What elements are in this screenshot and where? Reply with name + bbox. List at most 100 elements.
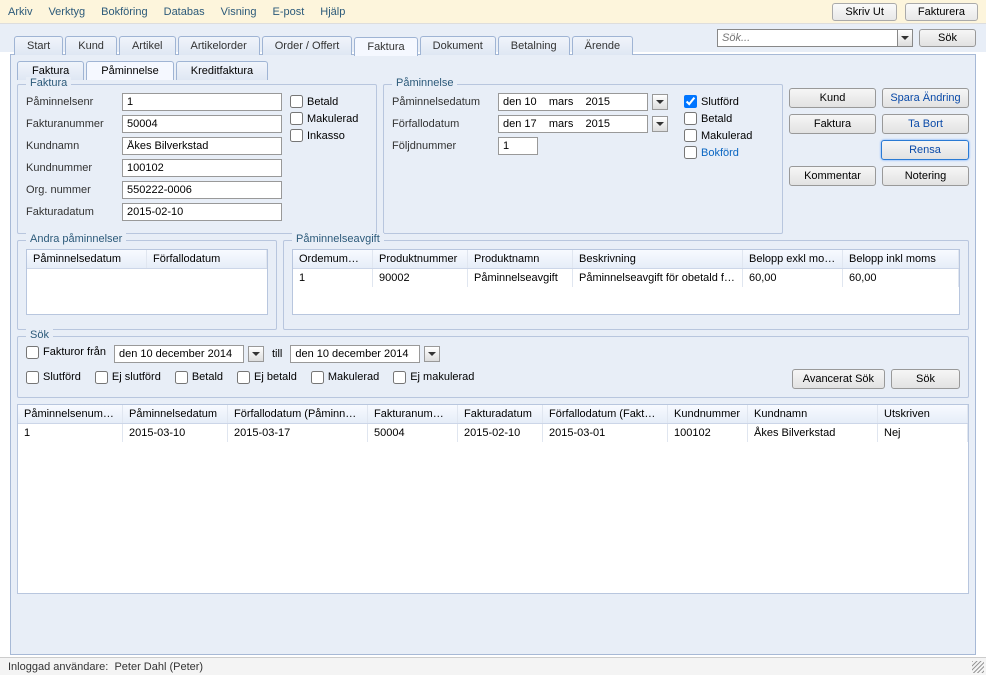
faktura-group-title: Faktura <box>26 77 71 89</box>
chk-sok-1[interactable] <box>95 371 108 384</box>
avgift-col-1[interactable]: Produktnummer <box>373 250 468 268</box>
menu-bar: Arkiv Verktyg Bokföring Databas Visning … <box>0 0 986 24</box>
input-foljdnummer[interactable] <box>498 137 538 155</box>
lbl-fakturanummer: Fakturanummer <box>26 118 116 130</box>
input-forfallodatum[interactable] <box>498 115 648 133</box>
resize-grip-icon[interactable] <box>972 661 984 673</box>
faktura-group: Faktura Påminnelsenr Fakturanummer Kundn… <box>17 84 377 234</box>
faktura-button[interactable]: Faktura <box>789 114 876 134</box>
status-label: Inloggad användare: <box>8 661 108 673</box>
res-col-1[interactable]: Påminnelsedatum <box>123 405 228 423</box>
chk-sok-3[interactable] <box>237 371 250 384</box>
calendar-icon[interactable] <box>652 116 668 132</box>
tab-artikelorder[interactable]: Artikelorder <box>178 36 260 55</box>
calendar-icon[interactable] <box>424 346 440 362</box>
chk-sok-0[interactable] <box>26 371 39 384</box>
chk-bokford[interactable] <box>684 146 697 159</box>
res-col-0[interactable]: Påminnelsenummer <box>18 405 123 423</box>
res-col-6[interactable]: Kundnummer <box>668 405 748 423</box>
paminnelse-group: Påminnelse Påminnelsedatum Förfallodatum… <box>383 84 783 234</box>
input-paminnelsenr[interactable] <box>122 93 282 111</box>
tab-kund[interactable]: Kund <box>65 36 117 55</box>
tab-artikel[interactable]: Artikel <box>119 36 176 55</box>
menu-databas[interactable]: Databas <box>164 6 205 18</box>
tab-dokument[interactable]: Dokument <box>420 36 496 55</box>
menu-visning[interactable]: Visning <box>221 6 257 18</box>
input-fakturadatum[interactable] <box>122 203 282 221</box>
input-kundnummer[interactable] <box>122 159 282 177</box>
avgift-row[interactable]: 1 90002 Påminnelseavgift Påminnelseavgif… <box>293 269 959 287</box>
sok-button[interactable]: Sök <box>891 369 960 389</box>
result-row[interactable]: 1 2015-03-10 2015-03-17 50004 2015-02-10… <box>18 424 968 442</box>
search-dropdown-icon[interactable] <box>897 29 913 47</box>
rensa-button[interactable]: Rensa <box>881 140 969 160</box>
chk-sok-5[interactable] <box>393 371 406 384</box>
menu-verktyg[interactable]: Verktyg <box>48 6 85 18</box>
kund-button[interactable]: Kund <box>789 88 876 108</box>
res-col-7[interactable]: Kundnamn <box>748 405 878 423</box>
lbl-foljdnummer: Följdnummer <box>392 140 492 152</box>
chk-sok-4[interactable] <box>311 371 324 384</box>
lbl-orgnummer: Org. nummer <box>26 184 116 196</box>
avgift-col-5[interactable]: Belopp inkl moms <box>843 250 959 268</box>
andra-title: Andra påminnelser <box>26 233 126 245</box>
invoice-button[interactable]: Fakturera <box>905 3 978 21</box>
avgift-col-2[interactable]: Produktnamn <box>468 250 573 268</box>
lbl-slutford: Slutförd <box>701 96 739 108</box>
tab-order-offert[interactable]: Order / Offert <box>262 36 353 55</box>
tab-arende[interactable]: Ärende <box>572 36 633 55</box>
chk-betald-faktura[interactable] <box>290 95 303 108</box>
avancerat-sok-button[interactable]: Avancerat Sök <box>792 369 885 389</box>
res-col-5[interactable]: Förfallodatum (Faktura) <box>543 405 668 423</box>
andra-col-0[interactable]: Påminnelsedatum <box>27 250 147 268</box>
tabort-button[interactable]: Ta Bort <box>882 114 969 134</box>
calendar-icon[interactable] <box>248 346 264 362</box>
avgift-col-0[interactable]: Ordemummer <box>293 250 373 268</box>
global-search-input[interactable] <box>717 29 897 47</box>
sok-date-to[interactable] <box>290 345 420 363</box>
subtab-kreditfaktura[interactable]: Kreditfaktura <box>176 61 268 80</box>
chk-slutford[interactable] <box>684 95 697 108</box>
input-fakturanummer[interactable] <box>122 115 282 133</box>
lbl-betald: Betald <box>307 96 338 108</box>
kommentar-button[interactable]: Kommentar <box>789 166 876 186</box>
notering-button[interactable]: Notering <box>882 166 969 186</box>
avgift-col-4[interactable]: Belopp exkl moms <box>743 250 843 268</box>
subtab-paminnelse[interactable]: Påminnelse <box>86 61 173 80</box>
chk-makulerad-faktura[interactable] <box>290 112 303 125</box>
res-col-3[interactable]: Fakturanummer <box>368 405 458 423</box>
status-bar: Inloggad användare: Peter Dahl (Peter) <box>0 657 986 675</box>
tab-betalning[interactable]: Betalning <box>498 36 570 55</box>
actions-panel: Kund Spara Ändring Faktura Ta Bort Rensa… <box>789 84 969 234</box>
tab-start[interactable]: Start <box>14 36 63 55</box>
chk-betald-pam[interactable] <box>684 112 697 125</box>
print-button[interactable]: Skriv Ut <box>832 3 897 21</box>
menu-hjalp[interactable]: Hjälp <box>320 6 345 18</box>
andra-col-1[interactable]: Förfallodatum <box>147 250 267 268</box>
menu-epost[interactable]: E-post <box>273 6 305 18</box>
spara-button[interactable]: Spara Ändring <box>882 88 969 108</box>
sub-tabs: Faktura Påminnelse Kreditfaktura <box>17 61 969 80</box>
res-col-8[interactable]: Utskriven <box>878 405 968 423</box>
res-col-4[interactable]: Fakturadatum <box>458 405 543 423</box>
lbl-inkasso: Inkasso <box>307 130 345 142</box>
chk-fakturor-fran[interactable] <box>26 346 39 359</box>
chk-inkasso[interactable] <box>290 129 303 142</box>
sok-date-from[interactable] <box>114 345 244 363</box>
chk-sok-2[interactable] <box>175 371 188 384</box>
res-col-2[interactable]: Förfallodatum (Påminnelse) <box>228 405 368 423</box>
avgift-col-3[interactable]: Beskrivning <box>573 250 743 268</box>
input-kundnamn[interactable] <box>122 137 282 155</box>
menu-arkiv[interactable]: Arkiv <box>8 6 32 18</box>
input-paminnelsedatum[interactable] <box>498 93 648 111</box>
input-orgnummer[interactable] <box>122 181 282 199</box>
chk-makulerad-pam[interactable] <box>684 129 697 142</box>
calendar-icon[interactable] <box>652 94 668 110</box>
main-tabs: Start Kund Artikel Artikelorder Order / … <box>14 36 633 55</box>
paminnelseavgift-group: Påminnelseavgift Ordemummer Produktnumme… <box>283 240 969 330</box>
tab-faktura[interactable]: Faktura <box>354 37 417 56</box>
global-search-button[interactable]: Sök <box>919 29 976 47</box>
lbl-paminnelsedatum: Påminnelsedatum <box>392 96 492 108</box>
menu-bokforing[interactable]: Bokföring <box>101 6 147 18</box>
lbl-paminnelsenr: Påminnelsenr <box>26 96 116 108</box>
